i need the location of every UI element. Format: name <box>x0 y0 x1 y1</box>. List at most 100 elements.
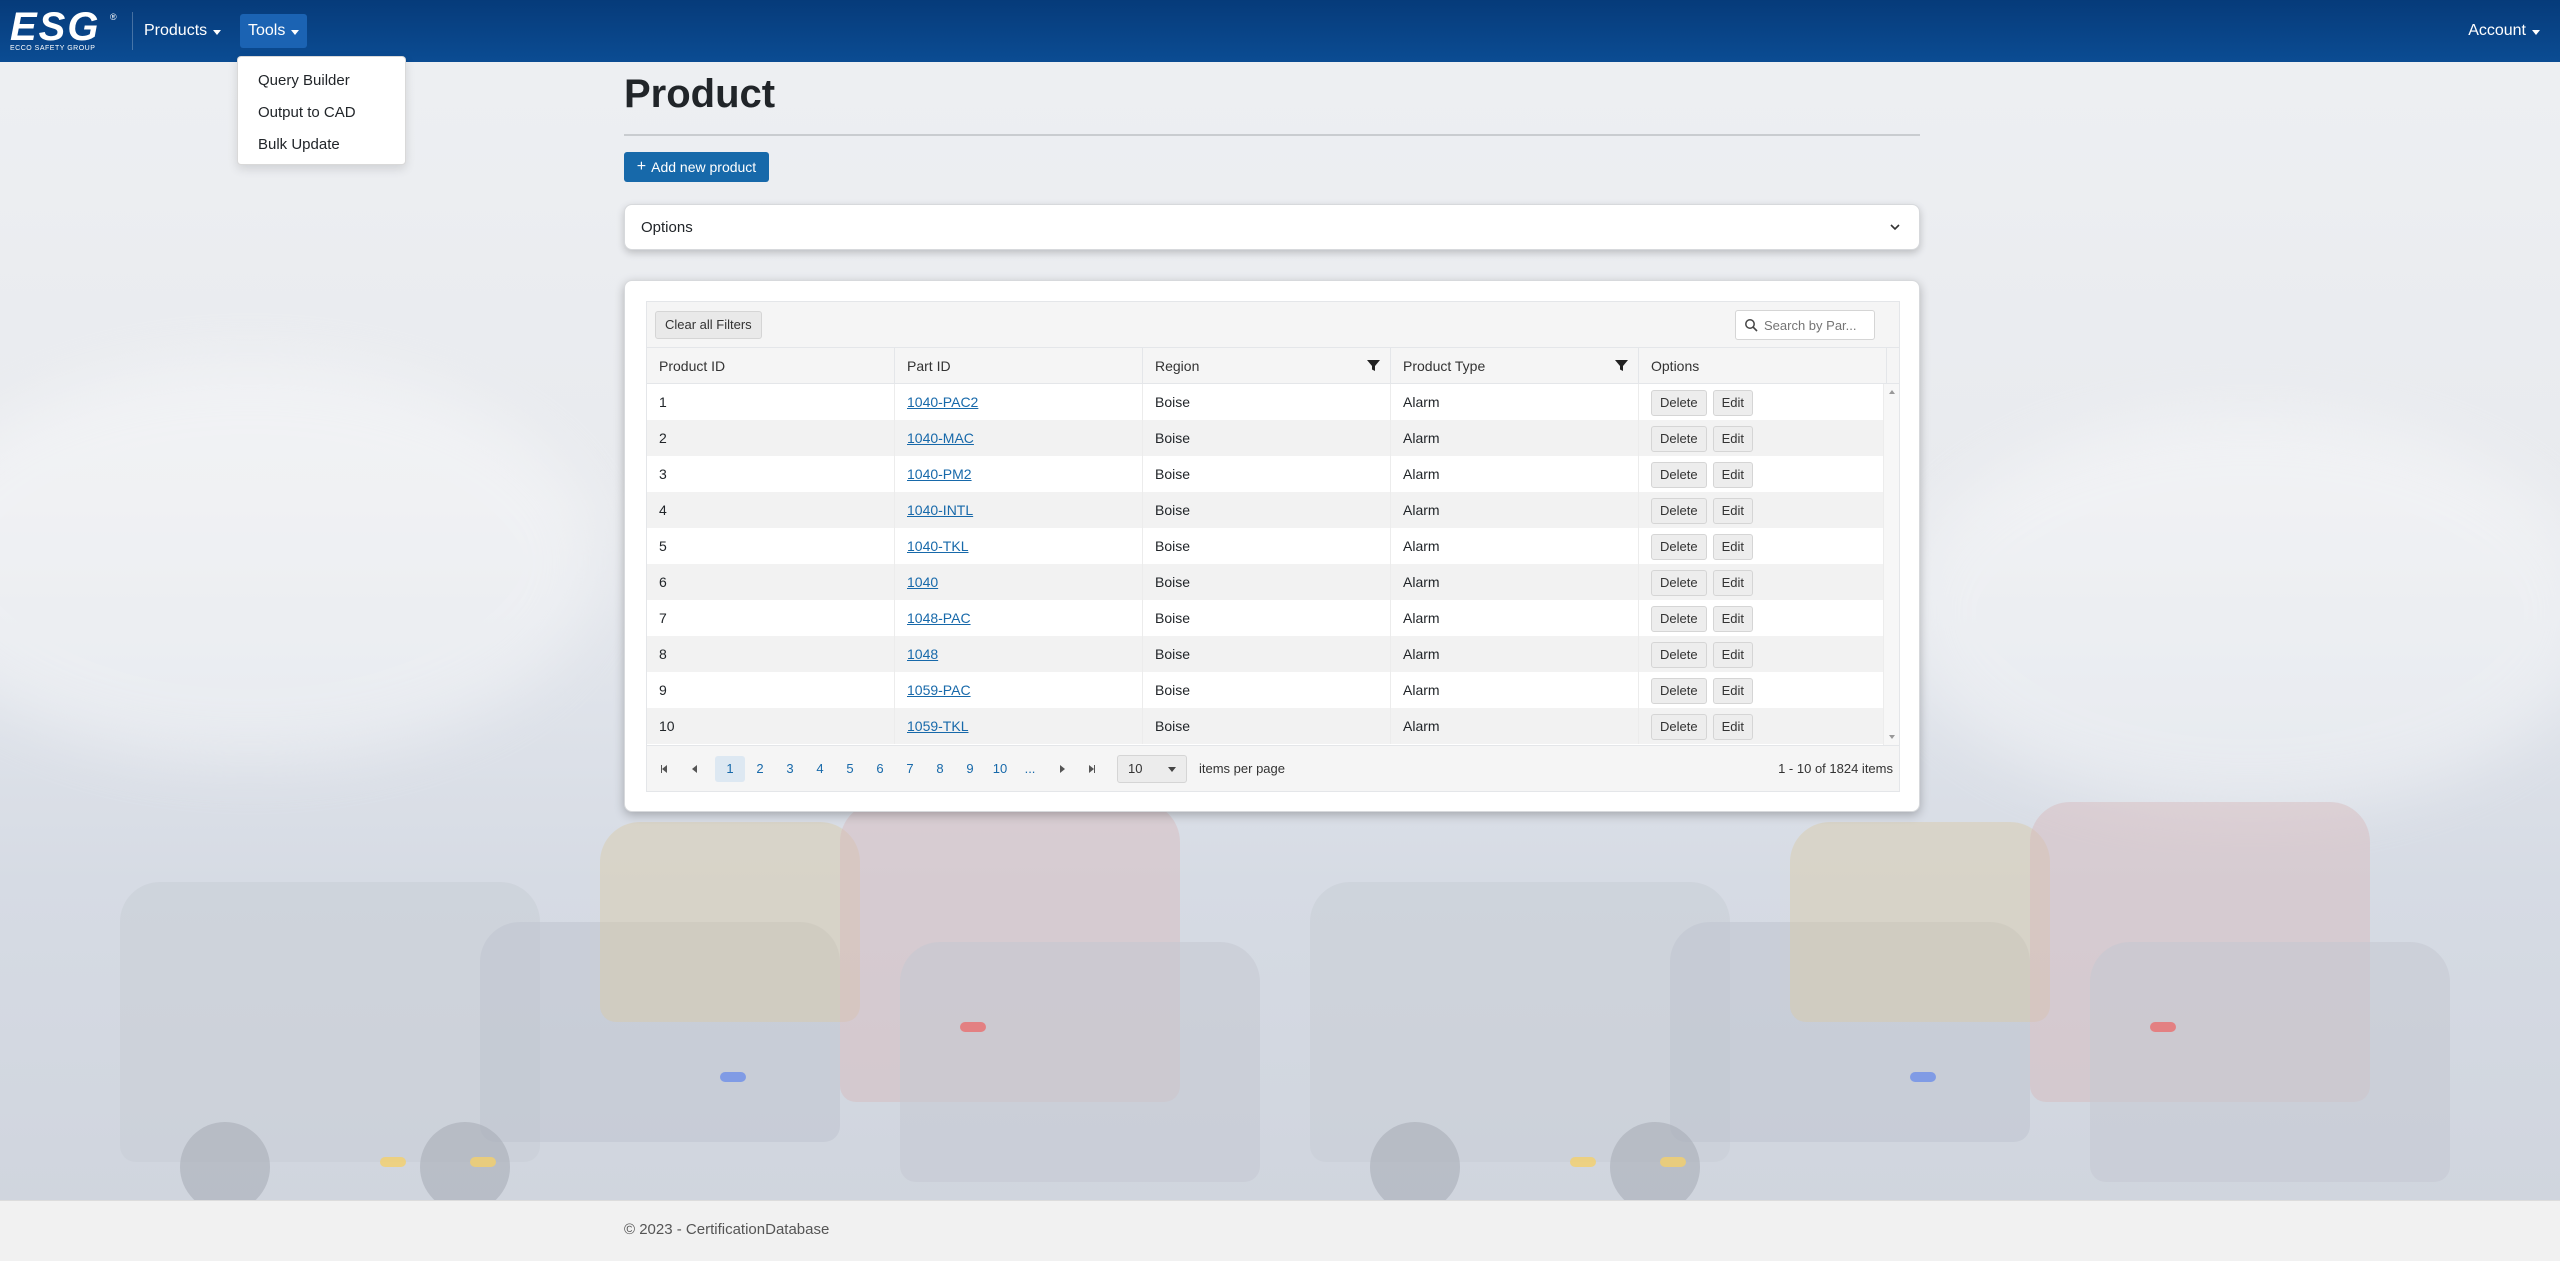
cell-product-id: 2 <box>647 420 895 456</box>
edit-button[interactable]: Edit <box>1712 462 1753 488</box>
column-header-region[interactable]: Region <box>1143 348 1391 384</box>
menu-item-output-to-cad[interactable]: Output to CAD <box>238 97 405 129</box>
last-page-button[interactable] <box>1081 756 1103 782</box>
cell-options: Delete Edit <box>1639 420 1887 456</box>
cell-part-id: 1040-PM2 <box>895 456 1143 492</box>
column-header-label: Part ID <box>907 358 951 374</box>
clear-all-filters-button[interactable]: Clear all Filters <box>655 311 762 339</box>
nav-products[interactable]: Products <box>136 14 229 48</box>
filter-icon[interactable] <box>1615 359 1628 372</box>
page-button[interactable]: 2 <box>745 756 775 782</box>
cell-options: Delete Edit <box>1639 564 1887 600</box>
cell-product-id: 9 <box>647 672 895 708</box>
page-button[interactable]: 10 <box>985 756 1015 782</box>
menu-item-query-builder[interactable]: Query Builder <box>238 65 405 97</box>
delete-button[interactable]: Delete <box>1651 534 1707 560</box>
dropdown-arrow-icon <box>1168 767 1176 772</box>
edit-button[interactable]: Edit <box>1712 390 1753 416</box>
page-ellipsis-button[interactable]: ... <box>1015 756 1045 782</box>
cell-part-id: 1040-INTL <box>895 492 1143 528</box>
grid-search <box>1735 310 1875 340</box>
cell-product-type: Alarm <box>1391 456 1639 492</box>
part-id-link[interactable]: 1048-PAC <box>907 610 971 626</box>
grid-header: Product ID Part ID Region Product Type O… <box>647 348 1899 384</box>
edit-button[interactable]: Edit <box>1712 498 1753 524</box>
cell-options: Delete Edit <box>1639 492 1887 528</box>
first-page-button[interactable] <box>653 756 675 782</box>
filter-icon[interactable] <box>1367 359 1380 372</box>
cell-product-type: Alarm <box>1391 636 1639 672</box>
title-divider <box>624 134 1920 136</box>
items-per-page-label: items per page <box>1199 761 1285 776</box>
cell-region: Boise <box>1143 708 1391 744</box>
page-button[interactable]: 5 <box>835 756 865 782</box>
grid-vertical-scrollbar[interactable] <box>1883 384 1899 745</box>
cell-part-id: 1040-PAC2 <box>895 384 1143 420</box>
delete-button[interactable]: Delete <box>1651 426 1707 452</box>
first-page-icon <box>662 765 667 773</box>
cell-part-id: 1040-MAC <box>895 420 1143 456</box>
cell-part-id: 1040-TKL <box>895 528 1143 564</box>
page-button[interactable]: 4 <box>805 756 835 782</box>
edit-button[interactable]: Edit <box>1712 642 1753 668</box>
page-button[interactable]: 9 <box>955 756 985 782</box>
edit-button[interactable]: Edit <box>1712 570 1753 596</box>
delete-button[interactable]: Delete <box>1651 642 1707 668</box>
part-id-link[interactable]: 1048 <box>907 646 938 662</box>
cell-region: Boise <box>1143 672 1391 708</box>
edit-button[interactable]: Edit <box>1712 534 1753 560</box>
part-id-link[interactable]: 1040-PM2 <box>907 466 972 482</box>
part-id-link[interactable]: 1040-INTL <box>907 502 973 518</box>
scroll-up-icon[interactable] <box>1889 390 1895 394</box>
part-id-link[interactable]: 1040-PAC2 <box>907 394 978 410</box>
cell-product-id: 5 <box>647 528 895 564</box>
caret-down-icon <box>213 29 222 35</box>
items-per-page-select[interactable]: 10 <box>1117 755 1187 783</box>
part-id-link[interactable]: 1059-TKL <box>907 718 968 734</box>
delete-button[interactable]: Delete <box>1651 390 1707 416</box>
delete-button[interactable]: Delete <box>1651 498 1707 524</box>
page-button[interactable]: 6 <box>865 756 895 782</box>
edit-button[interactable]: Edit <box>1712 606 1753 632</box>
delete-button[interactable]: Delete <box>1651 606 1707 632</box>
options-accordion[interactable]: Options <box>624 204 1920 250</box>
column-header-product-id[interactable]: Product ID <box>647 348 895 384</box>
part-id-link[interactable]: 1059-PAC <box>907 682 971 698</box>
add-new-product-button[interactable]: + Add new product <box>624 152 769 182</box>
column-header-part-id[interactable]: Part ID <box>895 348 1143 384</box>
page-button[interactable]: 3 <box>775 756 805 782</box>
cell-product-type: Alarm <box>1391 492 1639 528</box>
page-button[interactable]: 7 <box>895 756 925 782</box>
table-row: 8 1048 Boise Alarm Delete Edit <box>647 636 1899 672</box>
plus-icon: + <box>636 158 647 175</box>
part-id-link[interactable]: 1040-MAC <box>907 430 974 446</box>
edit-button[interactable]: Edit <box>1712 426 1753 452</box>
cell-region: Boise <box>1143 456 1391 492</box>
previous-page-icon <box>691 765 697 773</box>
previous-page-button[interactable] <box>683 756 705 782</box>
delete-button[interactable]: Delete <box>1651 678 1707 704</box>
table-row: 1 1040-PAC2 Boise Alarm Delete Edit <box>647 384 1899 420</box>
delete-button[interactable]: Delete <box>1651 570 1707 596</box>
delete-button[interactable]: Delete <box>1651 462 1707 488</box>
next-page-button[interactable] <box>1051 756 1073 782</box>
page-button[interactable]: 8 <box>925 756 955 782</box>
column-header-options: Options <box>1639 348 1887 384</box>
cell-product-type: Alarm <box>1391 708 1639 744</box>
scroll-down-icon[interactable] <box>1889 735 1895 739</box>
nav-tools-label: Tools <box>248 22 286 39</box>
part-id-link[interactable]: 1040-TKL <box>907 538 968 554</box>
column-header-product-type[interactable]: Product Type <box>1391 348 1639 384</box>
nav-account[interactable]: Account <box>2460 14 2548 48</box>
column-header-label: Product ID <box>659 358 726 374</box>
search-input[interactable] <box>1764 317 1864 333</box>
edit-button[interactable]: Edit <box>1712 714 1753 740</box>
page-button[interactable]: 1 <box>715 756 745 782</box>
menu-item-bulk-update[interactable]: Bulk Update <box>238 129 405 161</box>
delete-button[interactable]: Delete <box>1651 714 1707 740</box>
nav-tools[interactable]: Tools <box>240 14 308 48</box>
part-id-link[interactable]: 1040 <box>907 574 938 590</box>
cell-product-id: 6 <box>647 564 895 600</box>
brand-logo[interactable]: ESG ECCO SAFETY GROUP ® <box>10 7 118 54</box>
edit-button[interactable]: Edit <box>1712 678 1753 704</box>
